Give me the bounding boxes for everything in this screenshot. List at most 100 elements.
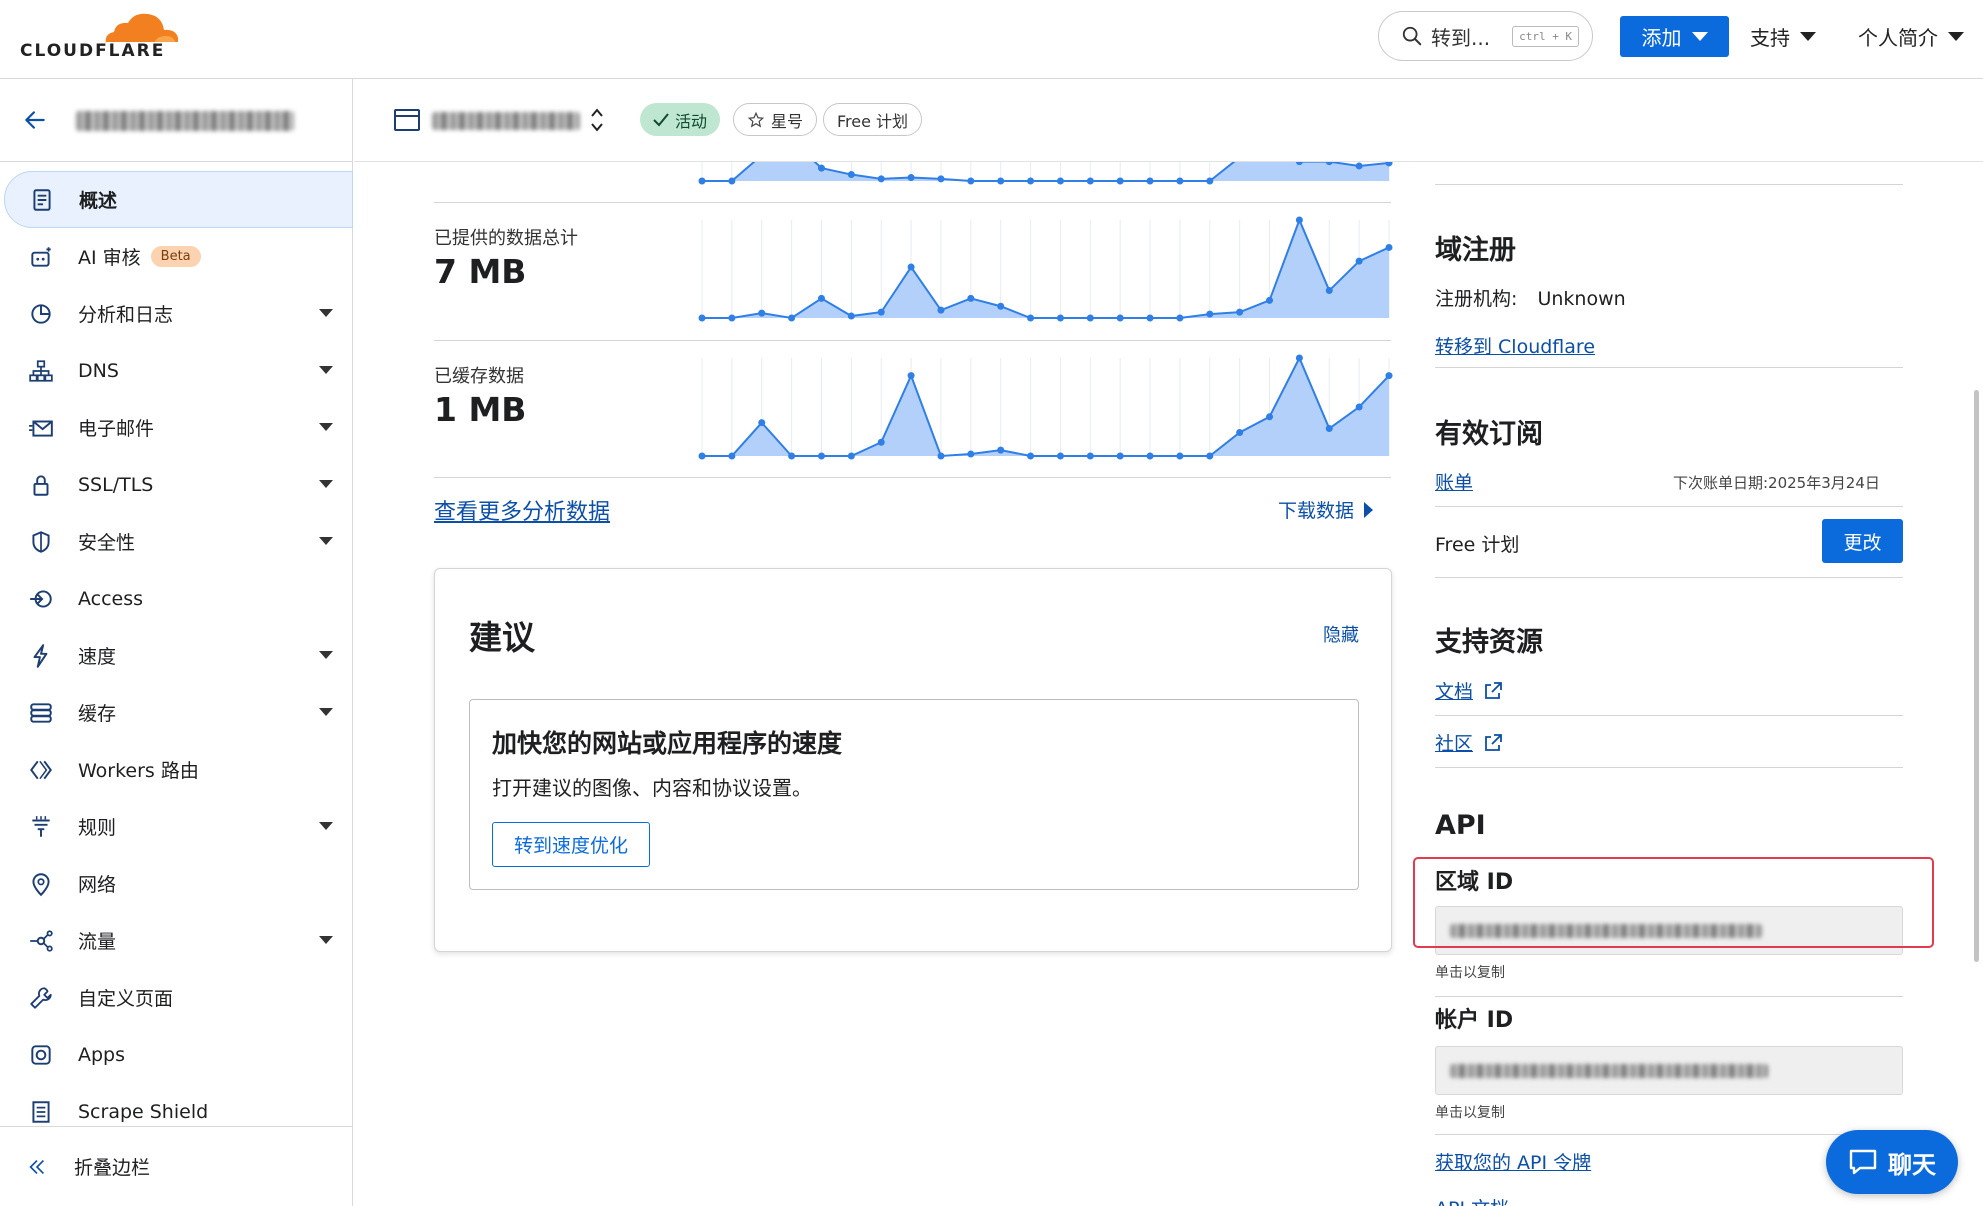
chart-point[interactable] xyxy=(817,452,825,460)
chart-point[interactable] xyxy=(937,452,945,460)
zone-name-redacted[interactable] xyxy=(432,112,580,130)
more-analytics-link[interactable]: 查看更多分析数据 xyxy=(434,494,610,526)
chart-point[interactable] xyxy=(1355,403,1363,411)
chart-point[interactable] xyxy=(997,446,1005,454)
chart-point[interactable] xyxy=(847,171,855,179)
sidebar-item-access[interactable]: Access xyxy=(0,570,353,627)
chart-point[interactable] xyxy=(1116,452,1124,460)
chart-point[interactable] xyxy=(788,452,796,460)
chart-point[interactable] xyxy=(937,306,945,314)
get-api-token-link[interactable]: 获取您的 API 令牌 xyxy=(1435,1148,1591,1175)
chart-point[interactable] xyxy=(1355,162,1363,170)
chart-point[interactable] xyxy=(1206,177,1214,185)
zone-switch-icon[interactable] xyxy=(588,105,606,135)
chart-point[interactable] xyxy=(907,174,915,182)
chart-point[interactable] xyxy=(1027,314,1035,322)
sidebar-item-email[interactable]: 电子邮件 xyxy=(0,399,353,456)
plan-badge[interactable]: Free 计划 xyxy=(823,103,923,136)
page-scrollbar[interactable] xyxy=(1974,390,1979,962)
chart-point[interactable] xyxy=(1295,354,1303,362)
chart-point[interactable] xyxy=(1325,287,1333,295)
chart-point[interactable] xyxy=(758,419,766,427)
sidebar-item-security[interactable]: 安全性 xyxy=(0,513,353,570)
sidebar-item-network[interactable]: 网络 xyxy=(0,855,353,912)
chart-point[interactable] xyxy=(1176,314,1184,322)
sidebar-item-workers-routes[interactable]: Workers 路由 xyxy=(0,741,353,798)
chart-point[interactable] xyxy=(967,450,975,458)
chart-point[interactable] xyxy=(1236,428,1244,436)
community-link[interactable]: 社区 xyxy=(1435,729,1503,756)
chart-point[interactable] xyxy=(967,177,975,185)
chart-point[interactable] xyxy=(1385,243,1393,251)
chart-point[interactable] xyxy=(1206,310,1214,318)
chart-point[interactable] xyxy=(1086,177,1094,185)
back-arrow-icon[interactable] xyxy=(22,107,48,133)
chart-point[interactable] xyxy=(1295,216,1303,224)
chart-point[interactable] xyxy=(1086,452,1094,460)
chart-point[interactable] xyxy=(698,314,706,322)
search-box[interactable]: 转到... ctrl + K xyxy=(1378,11,1593,61)
chart-point[interactable] xyxy=(1146,314,1154,322)
sidebar-item-ai-audit[interactable]: AI 审核 Beta xyxy=(0,228,353,285)
docs-link[interactable]: 文档 xyxy=(1435,677,1503,704)
sidebar-item-custom-pages[interactable]: 自定义页面 xyxy=(0,969,353,1026)
chart-point[interactable] xyxy=(1027,177,1035,185)
chart-point[interactable] xyxy=(997,302,1005,310)
chart-point[interactable] xyxy=(877,438,885,446)
account-switcher[interactable] xyxy=(0,79,353,162)
api-docs-link[interactable]: API 文档 xyxy=(1435,1194,1509,1206)
chart-point[interactable] xyxy=(1385,372,1393,380)
transfer-to-cloudflare-link[interactable]: 转移到 Cloudflare xyxy=(1435,332,1595,359)
profile-menu[interactable]: 个人简介 xyxy=(1858,22,1964,51)
chart-point[interactable] xyxy=(817,294,825,302)
chart-point[interactable] xyxy=(788,314,796,322)
chart-point[interactable] xyxy=(1146,177,1154,185)
chart-point[interactable] xyxy=(1325,425,1333,433)
chart-point[interactable] xyxy=(877,175,885,183)
support-menu[interactable]: 支持 xyxy=(1750,22,1816,51)
chart-point[interactable] xyxy=(728,452,736,460)
chart-point[interactable] xyxy=(698,452,706,460)
chart-point[interactable] xyxy=(847,312,855,320)
chart-point[interactable] xyxy=(1027,452,1035,460)
chart-point[interactable] xyxy=(1176,452,1184,460)
chart-point[interactable] xyxy=(758,309,766,317)
chart-point[interactable] xyxy=(907,372,915,380)
cloudflare-logo[interactable]: CLOUDFLARE xyxy=(20,8,179,61)
chart-point[interactable] xyxy=(1206,452,1214,460)
change-plan-button[interactable]: 更改 xyxy=(1822,519,1903,563)
chart-point[interactable] xyxy=(997,177,1005,185)
chart-point[interactable] xyxy=(1116,314,1124,322)
sidebar-item-analytics[interactable]: 分析和日志 xyxy=(0,285,353,342)
sidebar-item-rules[interactable]: 规则 xyxy=(0,798,353,855)
hide-suggestions-link[interactable]: 隐藏 xyxy=(1323,621,1359,647)
sidebar-item-dns[interactable]: DNS xyxy=(0,342,353,399)
collapse-sidebar-button[interactable]: 折叠边栏 xyxy=(0,1126,353,1206)
chart-point[interactable] xyxy=(1355,257,1363,265)
chart-point[interactable] xyxy=(937,175,945,183)
chart-point[interactable] xyxy=(1056,314,1064,322)
chart-point[interactable] xyxy=(1086,314,1094,322)
chart-point[interactable] xyxy=(1266,413,1274,421)
sidebar-item-overview[interactable]: 概述 xyxy=(4,171,353,228)
chat-button[interactable]: 聊天 xyxy=(1826,1130,1958,1194)
chart-point[interactable] xyxy=(877,308,885,316)
chart-point[interactable] xyxy=(1056,177,1064,185)
chart-point[interactable] xyxy=(1146,452,1154,460)
star-button[interactable]: 星号 xyxy=(733,103,818,136)
sidebar-item-ssl-tls[interactable]: SSL/TLS xyxy=(0,456,353,513)
chart-point[interactable] xyxy=(1056,452,1064,460)
sidebar-item-apps[interactable]: Apps xyxy=(0,1026,353,1083)
speed-optimization-button[interactable]: 转到速度优化 xyxy=(492,822,650,867)
chart-point[interactable] xyxy=(907,263,915,271)
sidebar-item-traffic[interactable]: 流量 xyxy=(0,912,353,969)
chart-point[interactable] xyxy=(1176,177,1184,185)
account-id-field[interactable] xyxy=(1435,1046,1903,1095)
add-button[interactable]: 添加 xyxy=(1620,16,1729,57)
chart-point[interactable] xyxy=(1266,296,1274,304)
chart-point[interactable] xyxy=(1236,308,1244,316)
chart-point[interactable] xyxy=(847,452,855,460)
chart-point[interactable] xyxy=(817,164,825,172)
chart-point[interactable] xyxy=(1116,177,1124,185)
chart-point[interactable] xyxy=(698,177,706,185)
